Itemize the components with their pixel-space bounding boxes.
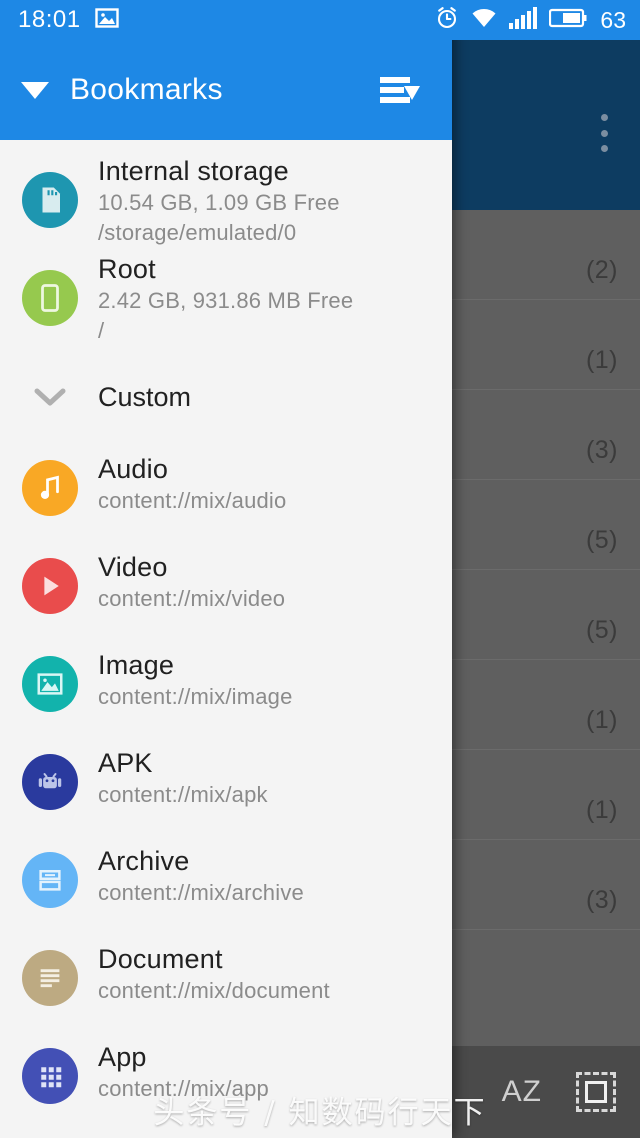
signal-bars-icon: [509, 7, 537, 34]
status-bar: 18:01: [0, 0, 640, 40]
drawer-bookmark-text: Documentcontent://mix/document: [98, 942, 330, 1006]
drawer-bookmark-item[interactable]: Documentcontent://mix/document: [0, 942, 452, 1006]
select-all-icon[interactable]: [576, 1072, 616, 1112]
file-count-label: (1): [586, 346, 640, 389]
archive-icon: [22, 852, 78, 908]
sort-az-button[interactable]: AZ: [502, 1075, 542, 1109]
drawer-storage-text: Root2.42 GB, 931.86 MB Free/: [98, 252, 353, 346]
status-time: 18:01: [18, 6, 81, 34]
drawer-storage-size: 2.42 GB, 931.86 MB Free: [98, 286, 353, 316]
drawer-bookmark-uri: content://mix/apk: [98, 780, 268, 810]
drawer-bookmark-uri: content://mix/app: [98, 1074, 269, 1104]
drawer-bookmark-item[interactable]: Appcontent://mix/app: [0, 1040, 452, 1104]
drawer-bookmark-text: Appcontent://mix/app: [98, 1040, 269, 1104]
drawer-bookmark-item[interactable]: APKcontent://mix/apk: [0, 746, 452, 810]
drawer-section-custom[interactable]: Custom: [0, 360, 452, 434]
file-count-label: (5): [586, 616, 640, 659]
alarm-clock-icon: [435, 6, 459, 35]
chevron-down-icon[interactable]: [22, 386, 78, 408]
drawer-bookmark-uri: content://mix/audio: [98, 486, 286, 516]
screenshot-image-icon: [95, 6, 119, 35]
file-count-label: (1): [586, 706, 640, 749]
drawer-section-label: Custom: [98, 382, 191, 413]
drawer-bookmark-item[interactable]: Archivecontent://mix/archive: [0, 844, 452, 908]
drawer-bookmark-name: APK: [98, 746, 268, 780]
drawer-bookmark-text: Videocontent://mix/video: [98, 550, 285, 614]
drawer-bookmark-name: Document: [98, 942, 330, 976]
file-count-label: (3): [586, 886, 640, 929]
wifi-icon: [471, 7, 497, 34]
play-icon: [22, 558, 78, 614]
file-count-label: (2): [586, 256, 640, 299]
drawer-bookmark-text: Imagecontent://mix/image: [98, 648, 293, 712]
file-count-label: (3): [586, 436, 640, 479]
drawer-storage-text: Internal storage10.54 GB, 1.09 GB Free/s…: [98, 154, 340, 248]
triangle-down-icon[interactable]: [0, 80, 70, 100]
drawer-storage-item[interactable]: Root2.42 GB, 931.86 MB Free/: [0, 252, 452, 346]
drawer-storage-path: /storage/emulated/0: [98, 218, 340, 248]
drawer-bookmark-uri: content://mix/image: [98, 682, 293, 712]
navigation-drawer: Bookmarks Internal storage10.54 GB, 1.09…: [0, 0, 452, 1138]
phone-icon: [22, 270, 78, 326]
more-vertical-icon[interactable]: [590, 110, 618, 156]
drawer-storage-name: Internal storage: [98, 154, 340, 188]
drawer-bookmark-name: Audio: [98, 452, 286, 486]
drawer-bookmark-item[interactable]: Videocontent://mix/video: [0, 550, 452, 614]
music-note-icon: [22, 460, 78, 516]
drawer-bookmark-name: Image: [98, 648, 293, 682]
screen: (2) (1) (3) (5) (5) (1) (1) (3) AZ Bookmarks: [0, 0, 640, 1138]
document-icon: [22, 950, 78, 1006]
drawer-storage-item[interactable]: Internal storage10.54 GB, 1.09 GB Free/s…: [0, 154, 452, 248]
drawer-bookmark-item[interactable]: Imagecontent://mix/image: [0, 648, 452, 712]
photo-icon: [22, 656, 78, 712]
sd-card-icon: [22, 172, 78, 228]
drawer-bookmark-item[interactable]: Audiocontent://mix/audio: [0, 452, 452, 516]
android-icon: [22, 754, 78, 810]
drawer-storage-path: /: [98, 316, 353, 346]
drawer-bookmark-uri: content://mix/document: [98, 976, 330, 1006]
drawer-bookmark-name: App: [98, 1040, 269, 1074]
drawer-bookmark-uri: content://mix/archive: [98, 878, 304, 908]
sort-list-icon[interactable]: [378, 68, 422, 112]
drawer-bookmark-name: Archive: [98, 844, 304, 878]
file-count-label: (5): [586, 526, 640, 569]
battery-icon: [549, 8, 587, 33]
drawer-bookmark-text: Archivecontent://mix/archive: [98, 844, 304, 908]
drawer-storage-name: Root: [98, 252, 353, 286]
drawer-bookmark-uri: content://mix/video: [98, 584, 285, 614]
drawer-item-list: Internal storage10.54 GB, 1.09 GB Free/s…: [0, 154, 452, 1138]
battery-percent: 63: [600, 7, 626, 34]
file-count-label: (1): [586, 796, 640, 839]
drawer-title: Bookmarks: [70, 73, 223, 107]
drawer-bookmark-text: Audiocontent://mix/audio: [98, 452, 286, 516]
drawer-storage-size: 10.54 GB, 1.09 GB Free: [98, 188, 340, 218]
drawer-bookmark-name: Video: [98, 550, 285, 584]
drawer-bookmark-text: APKcontent://mix/apk: [98, 746, 268, 810]
grid-apps-icon: [22, 1048, 78, 1104]
